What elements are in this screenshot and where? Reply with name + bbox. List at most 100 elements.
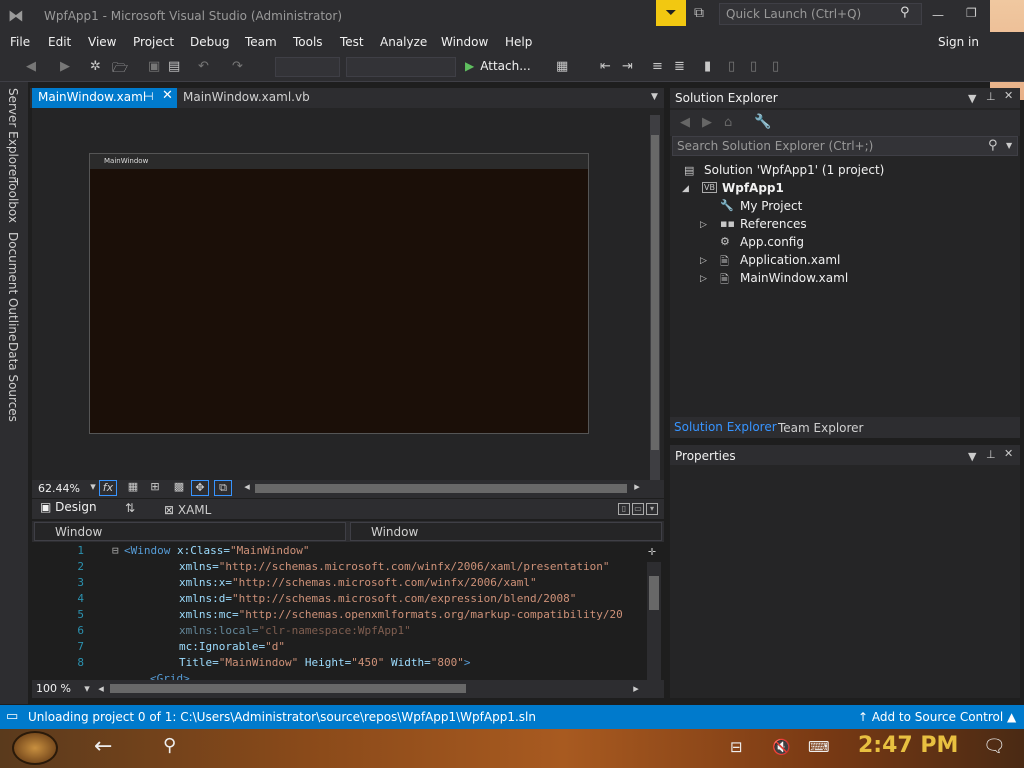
align-left-icon[interactable]: ⇤ — [600, 59, 611, 74]
configuration-combo[interactable] — [275, 57, 340, 77]
chevron-down-icon[interactable]: ▼ — [651, 92, 658, 102]
server-explorer-tab[interactable]: Server Explorer — [6, 88, 20, 181]
scroll-right-icon[interactable]: ▸ — [628, 480, 646, 496]
document-outline-tab[interactable]: Document Outline — [6, 232, 20, 341]
expanded-arrow-icon[interactable]: ◢ — [682, 184, 689, 194]
search-icon[interactable]: ⚲ — [163, 735, 176, 756]
platform-combo[interactable] — [346, 57, 456, 77]
tree-item-references[interactable]: References — [740, 217, 807, 231]
notifications-icon[interactable]: 🗨 — [983, 736, 1006, 757]
uncomment-icon[interactable]: ≣ — [674, 59, 685, 74]
back-icon[interactable]: ◀ — [680, 115, 690, 130]
menu-analyze[interactable]: Analyze — [380, 35, 427, 49]
collapsed-arrow-icon[interactable]: ▷ — [700, 256, 707, 266]
checkerboard-icon[interactable]: ▩ — [170, 480, 188, 496]
tab-team-explorer[interactable]: Team Explorer — [778, 421, 864, 435]
chevron-down-icon[interactable]: ▼ — [968, 450, 976, 463]
scroll-left-icon[interactable]: ◂ — [92, 682, 110, 698]
scroll-right-icon[interactable]: ▸ — [627, 682, 645, 698]
close-icon[interactable]: ✕ — [162, 88, 173, 103]
close-icon[interactable]: ✕ — [1004, 447, 1013, 460]
tab-mainwindow-xaml-vb[interactable]: MainWindow.xaml.vb — [183, 90, 310, 104]
design-tab[interactable]: ▣ Design — [40, 500, 97, 514]
vertical-split-icon[interactable]: ▯ — [618, 503, 630, 515]
tree-item-app-config[interactable]: App.config — [740, 235, 804, 249]
forward-icon[interactable]: ▶ — [60, 59, 70, 74]
wrench-icon[interactable]: 🔧 — [754, 114, 771, 130]
editor-zoom-combo[interactable]: 100 % — [36, 682, 71, 695]
back-icon[interactable]: ◀ — [26, 59, 36, 74]
type-combo[interactable]: Window — [34, 522, 346, 541]
start-button[interactable] — [12, 731, 58, 765]
collapse-region-icon[interactable]: ⊟ — [112, 544, 119, 557]
open-file-icon[interactable]: 🗁 — [112, 59, 128, 81]
collapse-pane-icon[interactable]: ▾ — [646, 503, 658, 515]
clear-bookmarks-icon[interactable]: ▯ — [772, 59, 779, 74]
menu-debug[interactable]: Debug — [190, 35, 229, 49]
tree-item-project[interactable]: WpfApp1 — [722, 181, 784, 195]
split-editor-icon[interactable]: ✛ — [648, 544, 656, 559]
feedback-filter-icon[interactable]: ⏷ — [656, 0, 686, 26]
find-in-files-icon[interactable]: ▦ — [556, 59, 568, 74]
chevron-down-icon[interactable]: ▼ — [968, 92, 976, 105]
tree-item-mainwindow-xaml[interactable]: MainWindow.xaml — [740, 271, 848, 285]
clock[interactable]: 2:47 PM — [858, 733, 958, 758]
collapsed-arrow-icon[interactable]: ▷ — [700, 274, 707, 284]
save-icon[interactable]: ▣ — [148, 59, 160, 74]
chevron-down-icon[interactable]: ▼ — [1006, 141, 1012, 150]
tab-solution-explorer[interactable]: Solution Explorer — [674, 420, 777, 434]
home-icon[interactable]: ⌂ — [724, 115, 732, 130]
forward-icon[interactable]: ▶ — [702, 115, 712, 130]
network-icon[interactable]: ⊟ — [730, 738, 743, 756]
pin-icon[interactable]: ⊥ — [986, 448, 996, 461]
restore-icon[interactable]: ❐ — [966, 6, 977, 20]
scroll-left-icon[interactable]: ◂ — [238, 480, 256, 496]
menu-window[interactable]: Window — [441, 35, 488, 49]
tree-item-my-project[interactable]: My Project — [740, 199, 802, 213]
pin-icon[interactable]: ⊥ — [986, 90, 996, 103]
menu-help[interactable]: Help — [505, 35, 532, 49]
menu-file[interactable]: File — [10, 35, 30, 49]
editor-scroll-thumb[interactable] — [649, 576, 659, 610]
minimize-icon[interactable]: — — [932, 8, 944, 22]
member-combo[interactable]: Window — [350, 522, 662, 541]
horizontal-split-icon[interactable]: ▭ — [632, 503, 644, 515]
menu-tools[interactable]: Tools — [293, 35, 323, 49]
solution-search-input[interactable]: Search Solution Explorer (Ctrl+;) — [672, 136, 1018, 156]
live-share-icon[interactable]: ⧉ — [694, 5, 704, 21]
close-icon[interactable]: ✕ — [1004, 89, 1013, 102]
tab-mainwindow-xaml[interactable]: MainWindow.xaml — [32, 88, 177, 108]
menu-project[interactable]: Project — [133, 35, 174, 49]
menu-view[interactable]: View — [88, 35, 116, 49]
menu-team[interactable]: Team — [245, 35, 277, 49]
collapsed-arrow-icon[interactable]: ▷ — [700, 220, 707, 230]
add-to-source-control-button[interactable]: ↑ Add to Source Control ▲ — [858, 710, 1016, 724]
search-icon[interactable]: ⚲ — [900, 5, 910, 20]
comment-icon[interactable]: ≡ — [652, 59, 663, 74]
designer-horizontal-scrollbar[interactable] — [255, 484, 627, 493]
editor-horizontal-scrollbar[interactable] — [110, 684, 466, 693]
indent-icon[interactable]: ⇥ — [622, 59, 633, 74]
redo-icon[interactable]: ↷ — [232, 59, 243, 74]
tree-item-application-xaml[interactable]: Application.xaml — [740, 253, 840, 267]
menu-test[interactable]: Test — [340, 35, 364, 49]
toolbox-tab[interactable]: Toolbox — [6, 178, 20, 223]
designer-scroll-thumb[interactable] — [651, 135, 659, 450]
pin-icon[interactable]: ⊣ — [144, 90, 154, 103]
effects-toggle[interactable]: fx — [99, 480, 117, 496]
xaml-tab[interactable]: ⊠ XAML — [164, 503, 211, 517]
swap-panes-icon[interactable]: ⇅ — [125, 501, 135, 515]
tree-item-solution[interactable]: Solution 'WpfApp1' (1 project) — [704, 163, 884, 177]
volume-muted-icon[interactable]: 🔇 — [772, 738, 791, 756]
snap-lines-icon[interactable]: ⧉ — [214, 480, 232, 496]
bookmark-icon[interactable]: ▮ — [704, 59, 711, 74]
snap-gridlines-icon[interactable]: ✥ — [191, 480, 209, 496]
undo-icon[interactable]: ↶ — [198, 59, 209, 74]
next-bookmark-icon[interactable]: ▯ — [750, 59, 757, 74]
sign-in-link[interactable]: Sign in — [938, 35, 979, 49]
back-arrow-icon[interactable]: ← — [94, 734, 112, 759]
search-icon[interactable]: ⚲ — [988, 138, 998, 153]
artboard-icon[interactable]: ⊞ — [146, 480, 164, 496]
menu-edit[interactable]: Edit — [48, 35, 71, 49]
attach-button[interactable]: ▶ Attach... — [465, 59, 531, 73]
